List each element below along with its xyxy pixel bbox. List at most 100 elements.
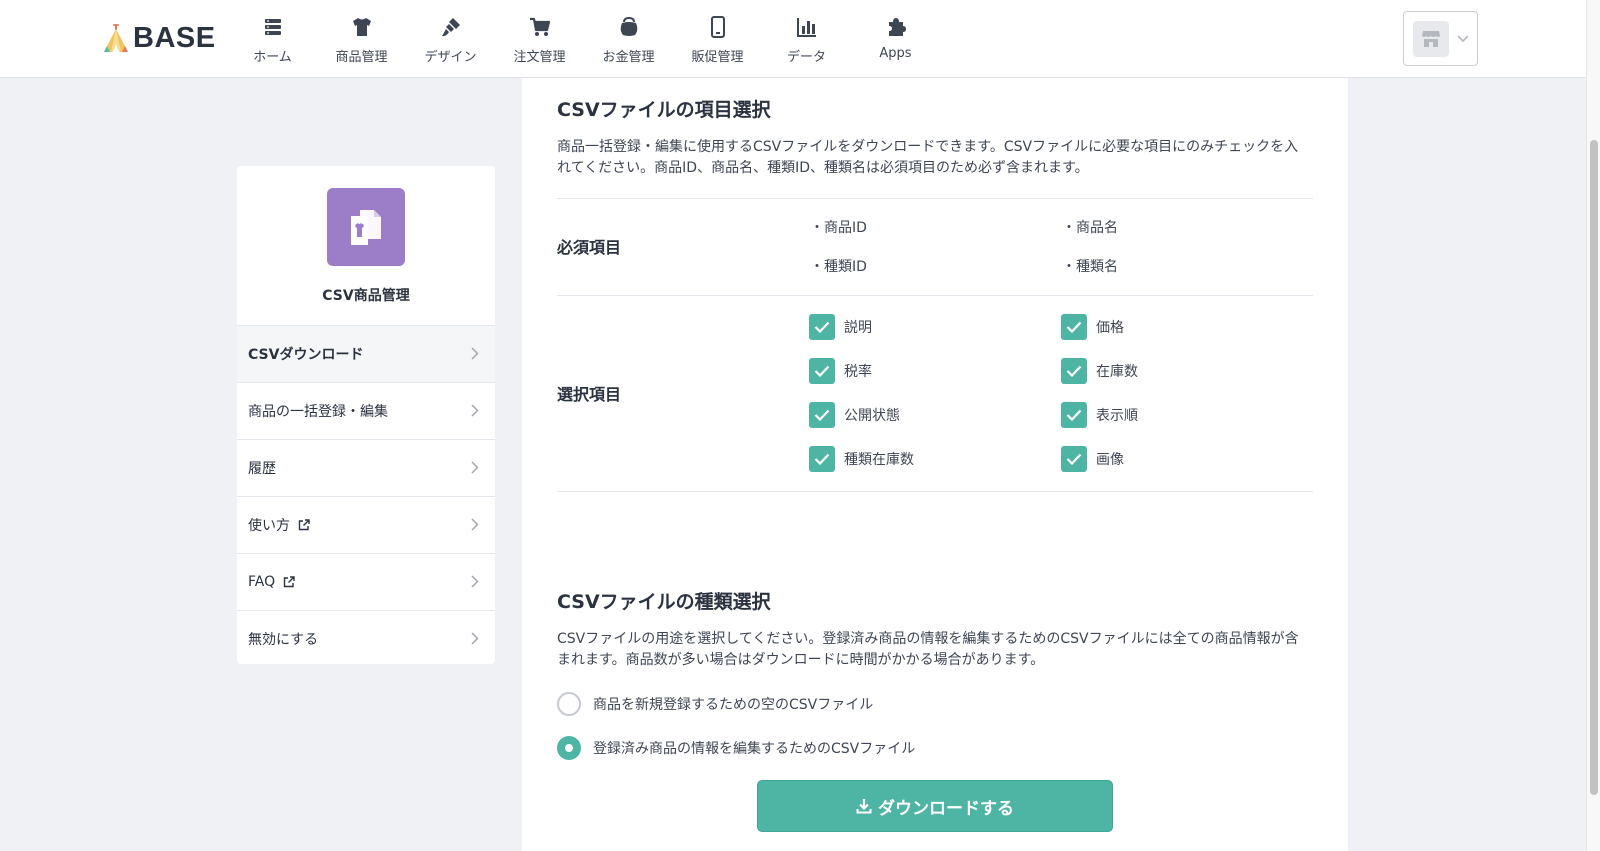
checkbox-checked[interactable] bbox=[1061, 402, 1087, 428]
divider bbox=[557, 295, 1313, 296]
app-title: CSV商品管理 bbox=[322, 288, 410, 304]
optional-fields-label: 選択項目 bbox=[557, 385, 622, 404]
teepee-logo-icon bbox=[104, 24, 128, 52]
chevron-down-icon bbox=[1457, 34, 1469, 42]
checkbox-image[interactable]: 画像 bbox=[1061, 446, 1124, 472]
required-fields-label: 必須項目 bbox=[557, 238, 622, 257]
download-button-label: ダウンロードする bbox=[878, 798, 1014, 819]
download-icon bbox=[856, 799, 872, 814]
sidebar-item-label: 使い方 bbox=[248, 518, 290, 534]
chevron-right-icon bbox=[471, 575, 479, 588]
check-icon bbox=[814, 453, 830, 465]
shop-icon bbox=[1422, 30, 1440, 47]
checkbox-checked[interactable] bbox=[809, 358, 835, 384]
brush-icon bbox=[441, 18, 460, 37]
nav-apps-label: Apps bbox=[879, 46, 912, 61]
nav-promotion[interactable]: 販促管理 bbox=[673, 0, 762, 77]
checkbox-stock[interactable]: 在庫数 bbox=[1061, 358, 1138, 384]
fields-section-description: 商品一括登録・編集に使用するCSVファイルをダウンロードできます。CSVファイル… bbox=[557, 139, 1299, 176]
check-icon bbox=[814, 365, 830, 377]
divider bbox=[557, 491, 1313, 492]
checkbox-checked[interactable] bbox=[809, 402, 835, 428]
checkbox-checked[interactable] bbox=[809, 314, 835, 340]
sidebar-item-csv-download[interactable]: CSVダウンロード bbox=[237, 326, 495, 383]
nav-data[interactable]: データ bbox=[762, 0, 851, 77]
checkbox-label: 価格 bbox=[1096, 320, 1124, 336]
sidebar-item-history[interactable]: 履歴 bbox=[237, 440, 495, 497]
nav-money[interactable]: お金管理 bbox=[584, 0, 673, 77]
logo-text: BASE bbox=[133, 21, 216, 54]
sidebar-item-disable[interactable]: 無効にする bbox=[237, 611, 495, 664]
nav-promotion-label: 販促管理 bbox=[691, 50, 744, 65]
checkbox-description[interactable]: 説明 bbox=[809, 314, 872, 340]
base-logo[interactable]: BASE bbox=[103, 20, 216, 56]
required-item-product-name: ・商品名 bbox=[1062, 220, 1118, 236]
app-header: CSV商品管理 bbox=[237, 166, 495, 326]
check-icon bbox=[1066, 409, 1082, 421]
nav-home[interactable]: ホーム bbox=[228, 0, 317, 77]
cart-icon bbox=[529, 17, 550, 36]
home-icon bbox=[264, 19, 281, 35]
nav-design-label: デザイン bbox=[424, 50, 477, 65]
radio-edit-existing-csv[interactable]: 登録済み商品の情報を編集するためのCSVファイル bbox=[557, 736, 915, 760]
sidebar-item-bulk-edit[interactable]: 商品の一括登録・編集 bbox=[237, 383, 495, 440]
chevron-right-icon bbox=[471, 518, 479, 531]
chevron-right-icon bbox=[471, 461, 479, 474]
checkbox-label: 表示順 bbox=[1096, 408, 1138, 424]
radio-label: 商品を新規登録するための空のCSVファイル bbox=[593, 697, 874, 713]
shop-menu-button[interactable] bbox=[1403, 11, 1478, 66]
required-item-product-id: ・商品ID bbox=[810, 220, 867, 236]
download-button[interactable]: ダウンロードする bbox=[757, 780, 1113, 832]
radio-new-empty-csv[interactable]: 商品を新規登録するための空のCSVファイル bbox=[557, 692, 873, 716]
checkbox-display-order[interactable]: 表示順 bbox=[1061, 402, 1138, 428]
checkbox-checked[interactable] bbox=[809, 446, 835, 472]
checkbox-variant-stock[interactable]: 種類在庫数 bbox=[809, 446, 914, 472]
check-icon bbox=[1066, 321, 1082, 333]
required-item-variant-id: ・種類ID bbox=[810, 259, 867, 275]
type-section-title: CSVファイルの種類選択 bbox=[557, 591, 771, 613]
check-icon bbox=[814, 321, 830, 333]
bar-chart-icon bbox=[796, 18, 816, 37]
radio-label: 登録済み商品の情報を編集するためのCSVファイル bbox=[593, 741, 916, 757]
chevron-right-icon bbox=[471, 632, 479, 645]
checkbox-checked[interactable] bbox=[1061, 358, 1087, 384]
sidebar-item-how-to[interactable]: 使い方 bbox=[237, 497, 495, 554]
checkbox-price[interactable]: 価格 bbox=[1061, 314, 1124, 340]
checkbox-label: 公開状態 bbox=[844, 408, 900, 424]
radio-unselected[interactable] bbox=[557, 692, 581, 716]
divider bbox=[557, 198, 1313, 199]
page-scrollbar[interactable] bbox=[1586, 0, 1600, 851]
shop-avatar bbox=[1413, 20, 1449, 57]
sidebar-item-label: 商品の一括登録・編集 bbox=[248, 404, 388, 420]
sidebar-item-label: FAQ bbox=[248, 574, 276, 590]
wallet-icon bbox=[620, 16, 637, 36]
nav-money-label: お金管理 bbox=[602, 50, 655, 65]
nav-orders[interactable]: 注文管理 bbox=[495, 0, 584, 77]
nav-data-label: データ bbox=[786, 50, 826, 65]
radio-dot bbox=[565, 744, 573, 752]
check-icon bbox=[1066, 365, 1082, 377]
fields-section-title: CSVファイルの項目選択 bbox=[557, 99, 771, 121]
puzzle-icon bbox=[888, 18, 906, 36]
nav-products-label: 商品管理 bbox=[335, 50, 388, 65]
radio-selected[interactable] bbox=[557, 736, 581, 760]
nav-design[interactable]: デザイン bbox=[406, 0, 495, 77]
scrollbar-thumb[interactable] bbox=[1590, 140, 1598, 795]
nav-home-label: ホーム bbox=[253, 50, 292, 65]
chevron-right-icon bbox=[471, 347, 479, 360]
nav-products[interactable]: 商品管理 bbox=[317, 0, 406, 77]
nav-apps[interactable]: Apps bbox=[851, 0, 940, 77]
checkbox-checked[interactable] bbox=[1061, 314, 1087, 340]
checkbox-tax-rate[interactable]: 税率 bbox=[809, 358, 872, 384]
checkbox-checked[interactable] bbox=[1061, 446, 1087, 472]
check-icon bbox=[1066, 453, 1082, 465]
shirt-icon bbox=[352, 18, 371, 36]
checkbox-label: 画像 bbox=[1096, 452, 1124, 468]
phone-icon bbox=[710, 16, 725, 38]
sidebar-item-faq[interactable]: FAQ bbox=[237, 554, 495, 611]
sidebar-item-label: 履歴 bbox=[248, 461, 276, 477]
external-link-icon bbox=[283, 576, 295, 588]
checkbox-visibility[interactable]: 公開状態 bbox=[809, 402, 900, 428]
top-header: BASE ホーム 商品管理 デザイン 注文管理 お金管理 販促管理 データ Ap… bbox=[0, 0, 1586, 78]
external-link-icon bbox=[298, 519, 310, 531]
